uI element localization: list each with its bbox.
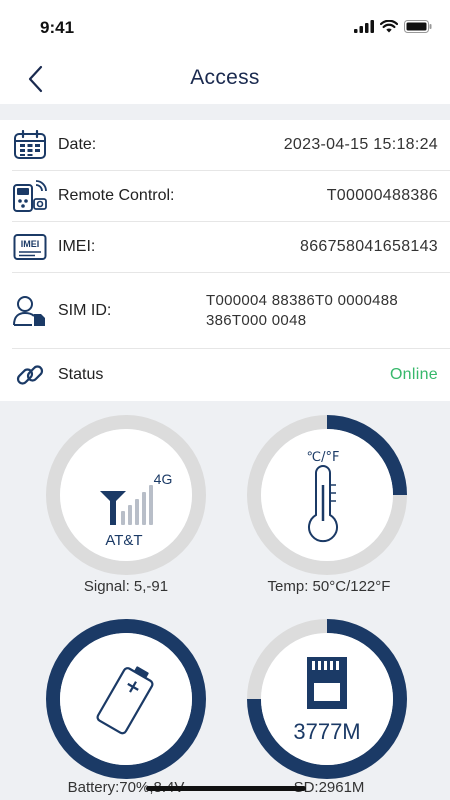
remote-control-label: Remote Control: (58, 187, 175, 204)
signal-gauge[interactable]: 4G AT&T (46, 415, 206, 575)
device-gauges: 4G AT&T Signal: 5,-91 ℃/°F Temp: 50°C/12… (0, 401, 450, 800)
status-time: 9:41 (40, 18, 75, 37)
wifi-icon (380, 20, 398, 33)
page-title: Access (190, 66, 260, 89)
temperature-caption: Temp: 50°C/122°F (267, 578, 391, 595)
link-icon (12, 357, 48, 393)
imei-value: 866758041658143 (300, 238, 438, 255)
battery-gauge-face (60, 633, 192, 765)
status-label: Status (58, 366, 104, 383)
calendar-icon (12, 127, 48, 163)
imei-icon-text: IMEI (21, 239, 40, 249)
status-icons (354, 20, 432, 33)
signal-caption: Signal: 5,-91 (83, 578, 169, 595)
remote-control-value: T00000488386 (326, 187, 438, 204)
network-type: 4G (154, 471, 173, 487)
date-row: Date: 2023-04-15 15:18:24 (12, 120, 450, 171)
device-info-list: Date: 2023-04-15 15:18:24 Remote Control… (0, 120, 450, 401)
sd-gauge-face: 3777M (261, 633, 393, 765)
sd-card-gauge[interactable]: 3777M (247, 619, 407, 779)
signal-tower-icon: 4G AT&T (100, 471, 173, 549)
status-row: Status Online (12, 349, 450, 401)
temperature-unit: ℃/°F (307, 450, 340, 465)
carrier-name: AT&T (105, 532, 142, 549)
battery-status-icon (404, 20, 432, 33)
date-label: Date: (58, 136, 97, 153)
remote-control-row: Remote Control: T00000488386 (12, 171, 450, 222)
sim-user-icon (12, 293, 48, 329)
sim-id-value: T000004 88386T0 0000488 386T000 0048 (206, 291, 399, 329)
temperature-gauge[interactable]: ℃/°F (247, 415, 407, 575)
temperature-gauge-face: ℃/°F (261, 429, 393, 561)
navigation-bar: Access (0, 54, 450, 104)
thermometer-icon: ℃/°F (307, 450, 340, 543)
section-divider (0, 104, 450, 120)
sd-card-icon: 3777M (293, 657, 361, 744)
remote-control-icon (12, 178, 48, 214)
sim-id-row: SIM ID: T000004 88386T0 0000488 386T000 … (12, 273, 450, 349)
home-indicator[interactable] (146, 786, 306, 791)
sim-id-label: SIM ID: (58, 301, 112, 319)
status-value: Online (389, 366, 438, 383)
imei-row: IMEI IMEI: 866758041658143 (12, 222, 450, 273)
imei-label: IMEI: (58, 238, 96, 255)
date-value: 2023-04-15 15:18:24 (283, 136, 438, 153)
sd-total: 3777M (293, 719, 360, 744)
cellular-signal-icon (354, 20, 374, 33)
signal-gauge-face: 4G AT&T (60, 429, 192, 561)
status-bar: 9:41 (0, 0, 450, 54)
imei-card-icon: IMEI (12, 229, 48, 265)
battery-gauge[interactable] (46, 619, 206, 779)
battery-icon (96, 666, 154, 735)
